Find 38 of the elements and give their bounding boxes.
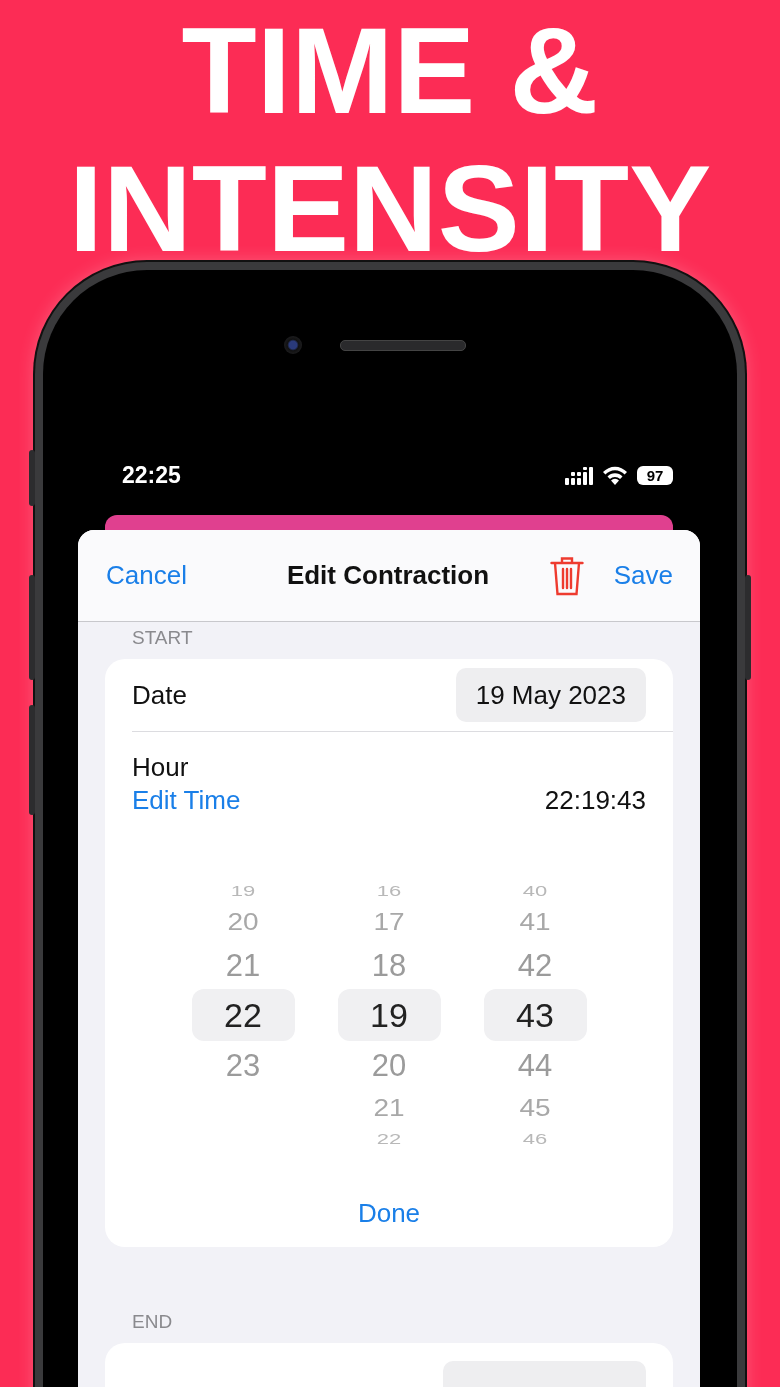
- row-label: Date: [132, 679, 187, 711]
- save-button[interactable]: Save: [613, 560, 673, 591]
- time-picker[interactable]: 19 20 21 22 23 16 17 18 19 20 21 22 40 41 42 43 44 45 46: [105, 865, 673, 1151]
- picker-value[interactable]: 22: [191, 989, 295, 1041]
- section-label: END: [131, 1310, 174, 1334]
- picker-value[interactable]: 20: [191, 903, 295, 941]
- picker-value[interactable]: 40: [483, 879, 587, 903]
- row-label: Hour: [132, 752, 190, 783]
- picker-value[interactable]: 44: [483, 1041, 587, 1089]
- battery-level: 97: [646, 467, 664, 484]
- picker-value[interactable]: 17: [337, 903, 441, 941]
- trash-icon[interactable]: [549, 555, 584, 596]
- status-time: 22:25: [122, 462, 181, 489]
- picker-value[interactable]: 21: [191, 941, 295, 989]
- section-label: START: [131, 626, 194, 650]
- edit-time-link[interactable]: Edit Time: [132, 784, 241, 816]
- picker-value[interactable]: 43: [483, 989, 587, 1041]
- headline: TIME & INTENSITY: [67, 1, 713, 262]
- picker-value[interactable]: 42: [483, 941, 587, 989]
- picker-value[interactable]: 23: [191, 1041, 295, 1089]
- picker-value[interactable]: 22: [337, 1127, 441, 1151]
- picker-value[interactable]: 41: [483, 903, 587, 941]
- picker-value[interactable]: 19: [337, 989, 441, 1041]
- picker-value[interactable]: 20: [337, 1041, 441, 1089]
- picker-value[interactable]: 16: [337, 879, 441, 903]
- picker-value[interactable]: 21: [337, 1089, 441, 1127]
- cancel-button[interactable]: Cancel: [106, 560, 187, 591]
- wifi-icon: [602, 466, 628, 485]
- camera-icon: [284, 336, 302, 354]
- picker-value[interactable]: 19: [191, 879, 295, 903]
- picker-value[interactable]: 46: [483, 1127, 587, 1151]
- date-button[interactable]: 19 May 2023: [455, 668, 646, 722]
- done-button[interactable]: Done: [357, 1193, 421, 1233]
- picker-value[interactable]: 45: [483, 1089, 587, 1127]
- sheet-title: Edit Contraction: [285, 560, 491, 591]
- signal-icon: [565, 466, 593, 485]
- time-value: 22:19:43: [544, 784, 646, 816]
- picker-value[interactable]: 18: [337, 941, 441, 989]
